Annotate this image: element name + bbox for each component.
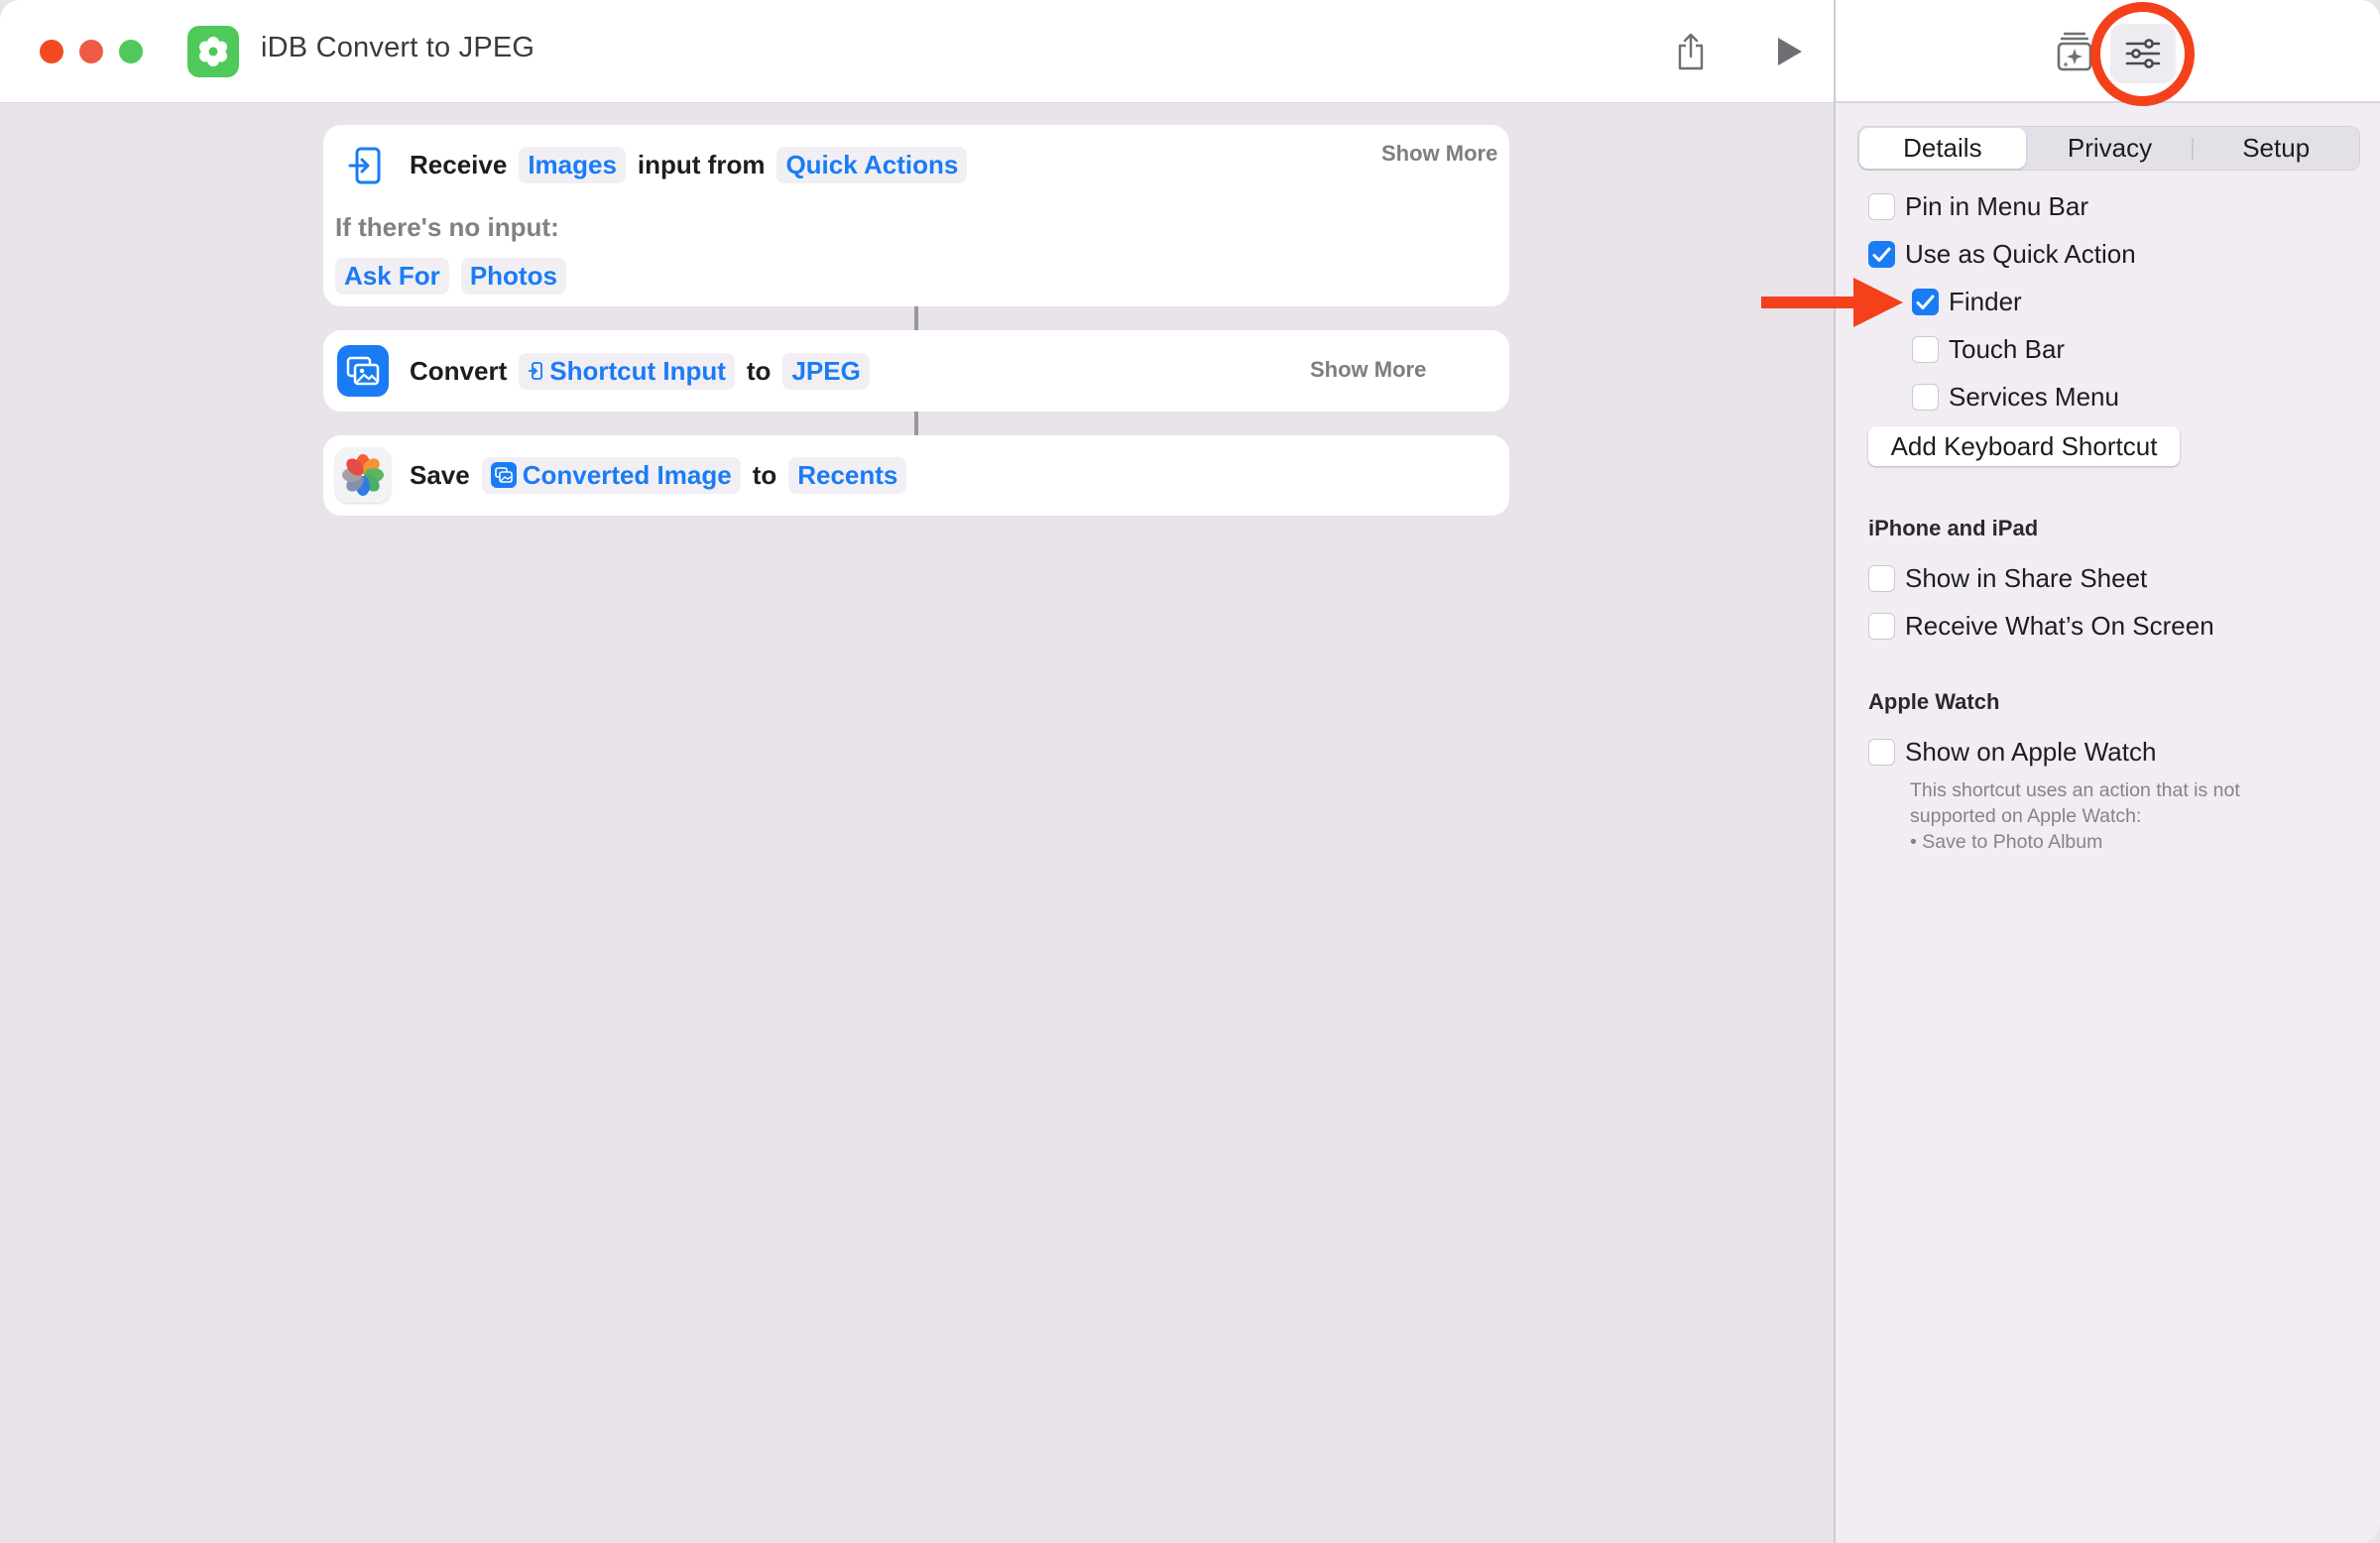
watch-unsupported-note: This shortcut uses an action that is not… xyxy=(1910,777,2336,855)
input-source-pill[interactable]: Quick Actions xyxy=(776,146,968,183)
photos-app-icon xyxy=(335,447,391,503)
checkbox-box[interactable] xyxy=(1912,336,1939,363)
action-connector-text: to xyxy=(746,355,772,386)
checkbox-box[interactable] xyxy=(1868,739,1895,766)
converted-image-label: Converted Image xyxy=(522,459,732,490)
iphone-ipad-heading: iPhone and iPad xyxy=(1868,516,2039,540)
sliders-icon xyxy=(2125,39,2161,68)
tab-divider xyxy=(2192,138,2194,160)
run-button[interactable] xyxy=(1768,28,1812,75)
photos-pill[interactable]: Photos xyxy=(460,257,566,295)
checkbox-box[interactable] xyxy=(1912,384,1939,411)
fallback-row: Ask For Photos xyxy=(335,257,578,295)
no-input-label: If there's no input: xyxy=(335,211,559,242)
quick-action-checkbox[interactable]: Use as Quick Action xyxy=(1868,239,2136,270)
action-connector xyxy=(914,412,918,435)
share-sheet-checkbox[interactable]: Show in Share Sheet xyxy=(1868,563,2147,594)
checkbox-box[interactable] xyxy=(1868,193,1895,220)
action-verb: Convert xyxy=(410,355,508,386)
tab-details[interactable]: Details xyxy=(1859,128,2026,169)
convert-image-icon xyxy=(337,345,389,397)
action-editor: Receive Images input from Quick Actions … xyxy=(0,103,1834,1543)
action-verb: Receive xyxy=(410,149,508,179)
close-window-button[interactable] xyxy=(40,40,63,63)
inspector-tabs: Details Privacy Setup xyxy=(1857,126,2360,171)
action-card-receive[interactable]: Receive Images input from Quick Actions … xyxy=(323,125,1509,306)
shortcut-details-button[interactable] xyxy=(2110,24,2176,83)
annotation-arrow-head xyxy=(1853,278,1903,327)
flower-gear-icon xyxy=(199,37,227,66)
checkbox-label: Receive What’s On Screen xyxy=(1905,611,2214,641)
checkbox-label: Touch Bar xyxy=(1949,334,2066,364)
services-menu-checkbox[interactable]: Services Menu xyxy=(1912,382,2119,413)
converted-image-icon xyxy=(490,462,517,488)
play-icon xyxy=(1778,38,1802,65)
checkbox-label: Finder xyxy=(1949,287,2022,316)
shortcut-inspector: Details Privacy Setup Pin in Menu Bar Us… xyxy=(1834,0,2380,1543)
pin-menu-bar-checkbox[interactable]: Pin in Menu Bar xyxy=(1868,191,2088,222)
tab-privacy[interactable]: Privacy xyxy=(2027,127,2194,170)
minimize-window-button[interactable] xyxy=(79,40,103,63)
checkbox-label: Use as Quick Action xyxy=(1905,239,2136,269)
action-connector-text: input from xyxy=(637,149,766,179)
checkbox-label: Services Menu xyxy=(1949,382,2119,412)
zoom-window-button[interactable] xyxy=(119,40,143,63)
shortcuts-window: iDB Convert to JPEG Receive Images input… xyxy=(0,0,2380,1543)
receive-on-screen-checkbox[interactable]: Receive What’s On Screen xyxy=(1868,611,2214,642)
save-sentence: Save Converted Image to Recents xyxy=(410,453,918,497)
apple-watch-heading: Apple Watch xyxy=(1868,689,2000,714)
action-card-save[interactable]: Save Converted Image to Recents xyxy=(323,435,1509,516)
receive-input-icon xyxy=(345,145,385,186)
share-button[interactable] xyxy=(1669,28,1713,75)
convert-sentence: Convert Shortcut Input to JPEG xyxy=(410,349,882,393)
action-card-convert[interactable]: Convert Shortcut Input to JPEG Show More xyxy=(323,330,1509,412)
ask-for-pill[interactable]: Ask For xyxy=(335,257,449,295)
album-pill[interactable]: Recents xyxy=(788,456,907,494)
action-connector-text: to xyxy=(752,459,777,490)
note-line: supported on Apple Watch: xyxy=(1910,805,2142,827)
show-on-watch-checkbox[interactable]: Show on Apple Watch xyxy=(1868,737,2156,768)
checkbox-label: Show in Share Sheet xyxy=(1905,563,2148,593)
format-pill[interactable]: JPEG xyxy=(782,352,870,390)
window-title: iDB Convert to JPEG xyxy=(261,32,536,63)
tab-setup[interactable]: Setup xyxy=(2193,127,2359,170)
checkbox-label: Show on Apple Watch xyxy=(1905,737,2157,767)
checkmark-icon xyxy=(1916,295,1935,309)
action-verb: Save xyxy=(410,459,470,490)
note-line: • Save to Photo Album xyxy=(1910,831,2103,853)
show-more-button[interactable]: Show More xyxy=(1381,141,1497,167)
checkbox-box[interactable] xyxy=(1868,613,1895,640)
shortcut-icon[interactable] xyxy=(187,26,239,77)
title-bar: iDB Convert to JPEG xyxy=(0,0,1834,103)
action-library-icon xyxy=(2057,32,2092,71)
converted-image-pill[interactable]: Converted Image xyxy=(481,456,741,494)
shortcut-input-label: Shortcut Input xyxy=(549,355,726,386)
note-line: This shortcut uses an action that is not xyxy=(1910,779,2240,801)
show-more-button[interactable]: Show More xyxy=(1310,357,1426,383)
finder-checkbox[interactable]: Finder xyxy=(1912,287,2022,317)
shortcut-input-icon xyxy=(529,362,543,380)
input-type-pill[interactable]: Images xyxy=(519,146,626,183)
touch-bar-checkbox[interactable]: Touch Bar xyxy=(1912,334,2065,365)
checkbox-box[interactable] xyxy=(1868,565,1895,592)
receive-sentence: Receive Images input from Quick Actions xyxy=(410,143,979,186)
checkbox-box[interactable] xyxy=(1912,289,1939,315)
checkbox-box[interactable] xyxy=(1868,241,1895,268)
action-connector xyxy=(914,306,918,330)
checkmark-icon xyxy=(1872,247,1891,262)
action-library-button[interactable] xyxy=(2055,28,2094,73)
annotation-arrow-shaft xyxy=(1761,297,1856,308)
checkbox-label: Pin in Menu Bar xyxy=(1905,191,2088,221)
shortcut-input-pill[interactable]: Shortcut Input xyxy=(519,352,735,390)
add-keyboard-shortcut-button[interactable]: Add Keyboard Shortcut xyxy=(1868,426,2180,466)
share-icon xyxy=(1678,33,1704,70)
inspector-toolbar xyxy=(1836,0,2380,106)
